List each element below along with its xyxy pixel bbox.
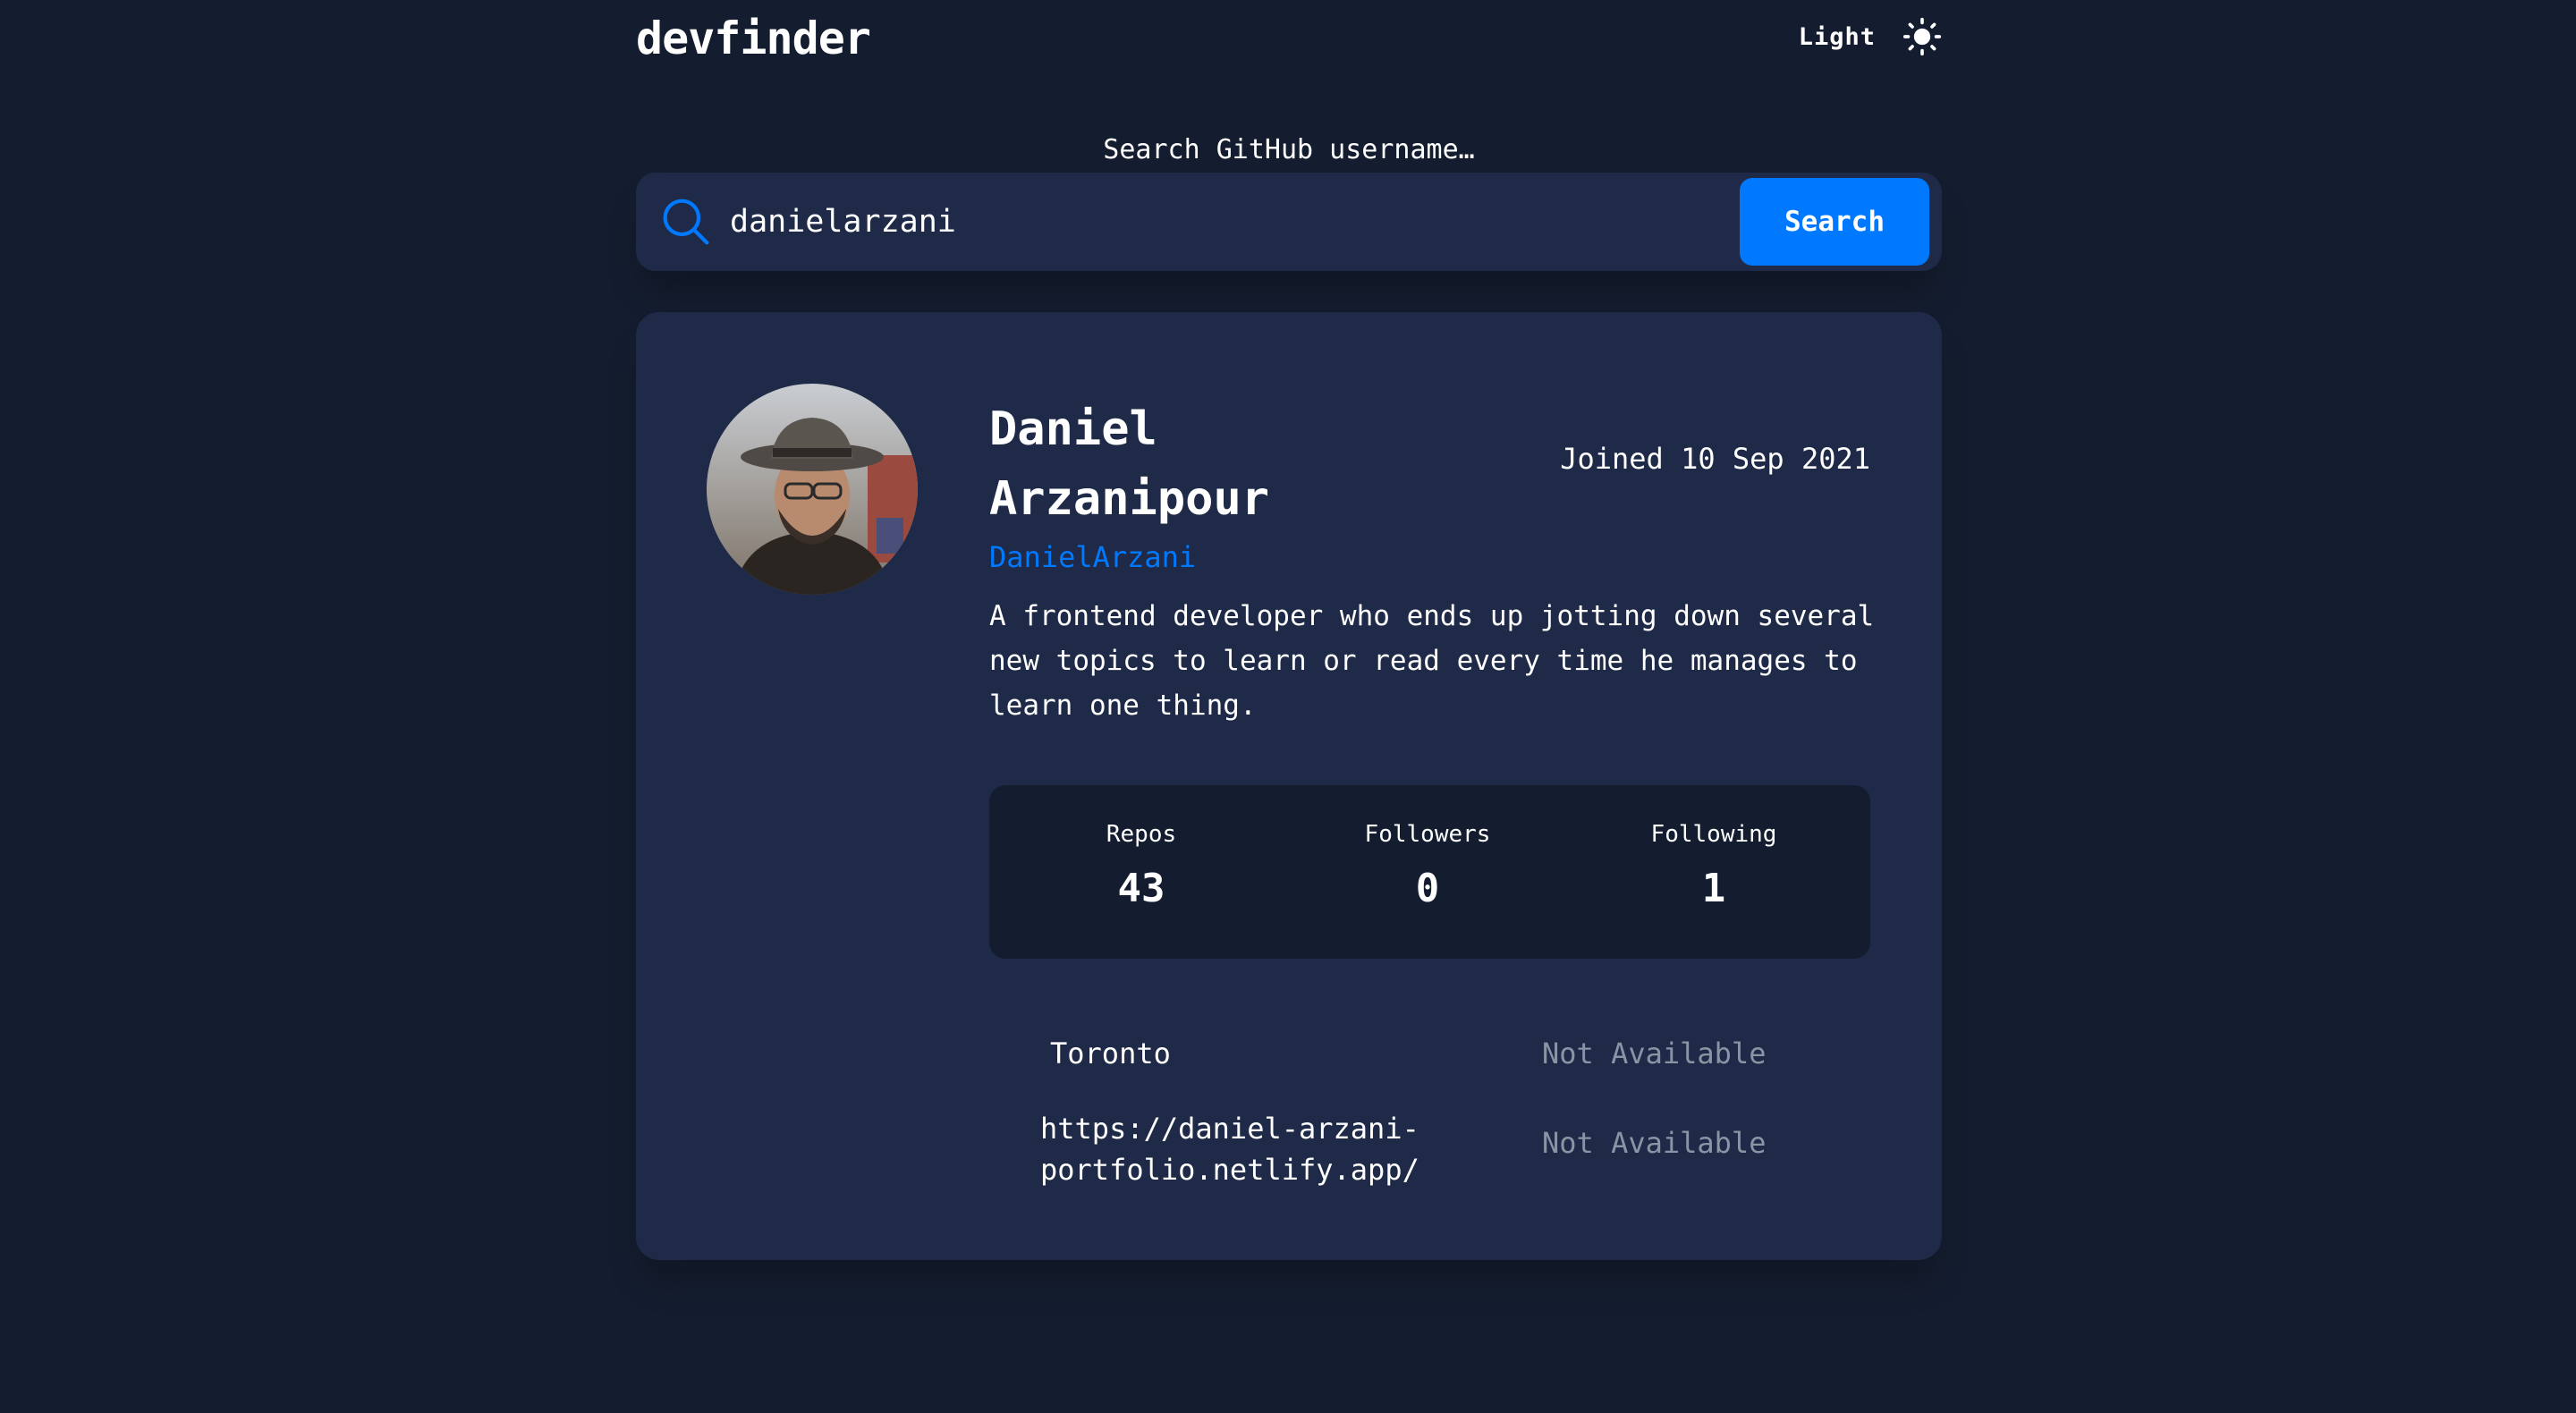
blog-link[interactable]: https://daniel-arzani-portfolio.netlify.…	[1040, 1108, 1470, 1190]
search-button[interactable]: Search	[1740, 178, 1929, 266]
stat-repos: Repos 43	[998, 821, 1284, 911]
stat-label: Repos	[1106, 821, 1177, 848]
search-bar: Search	[636, 173, 1942, 271]
stat-value: 1	[1701, 866, 1726, 911]
avatar-image	[707, 384, 918, 595]
profile-card: Daniel Arzanipour Joined 10 Sep 2021 Dan…	[636, 312, 1942, 1260]
search-caption: Search GitHub username…	[1103, 134, 1475, 165]
stat-label: Followers	[1364, 821, 1491, 848]
avatar	[707, 384, 918, 595]
sun-icon	[1902, 17, 1942, 56]
stat-label: Following	[1650, 821, 1777, 848]
stat-value: 43	[1117, 866, 1165, 911]
twitter-text: Not Available	[1542, 1036, 1767, 1070]
app-logo: devfinder	[636, 13, 871, 64]
theme-label: Light	[1798, 22, 1876, 51]
stat-following: Following 1	[1571, 821, 1857, 911]
profile-bio: A frontend developer who ends up jotting…	[989, 600, 1875, 722]
header: devfinder Light	[636, 9, 1942, 64]
joined-date: Joined 10 Sep 2021	[1560, 442, 1870, 476]
theme-toggle[interactable]: Light	[1799, 16, 1942, 57]
profile-name: Daniel Arzanipour	[989, 402, 1270, 526]
profile-login-link[interactable]: DanielArzani	[989, 540, 1196, 574]
company-text: Not Available	[1542, 1126, 1767, 1160]
stat-value: 0	[1415, 866, 1440, 911]
search-icon	[663, 199, 709, 245]
search-input[interactable]	[730, 192, 1463, 251]
stat-followers: Followers 0	[1284, 821, 1571, 911]
stats-panel: Repos 43 Followers 0 Following 1	[989, 785, 1870, 959]
location-text: Toronto	[1050, 1036, 1171, 1070]
